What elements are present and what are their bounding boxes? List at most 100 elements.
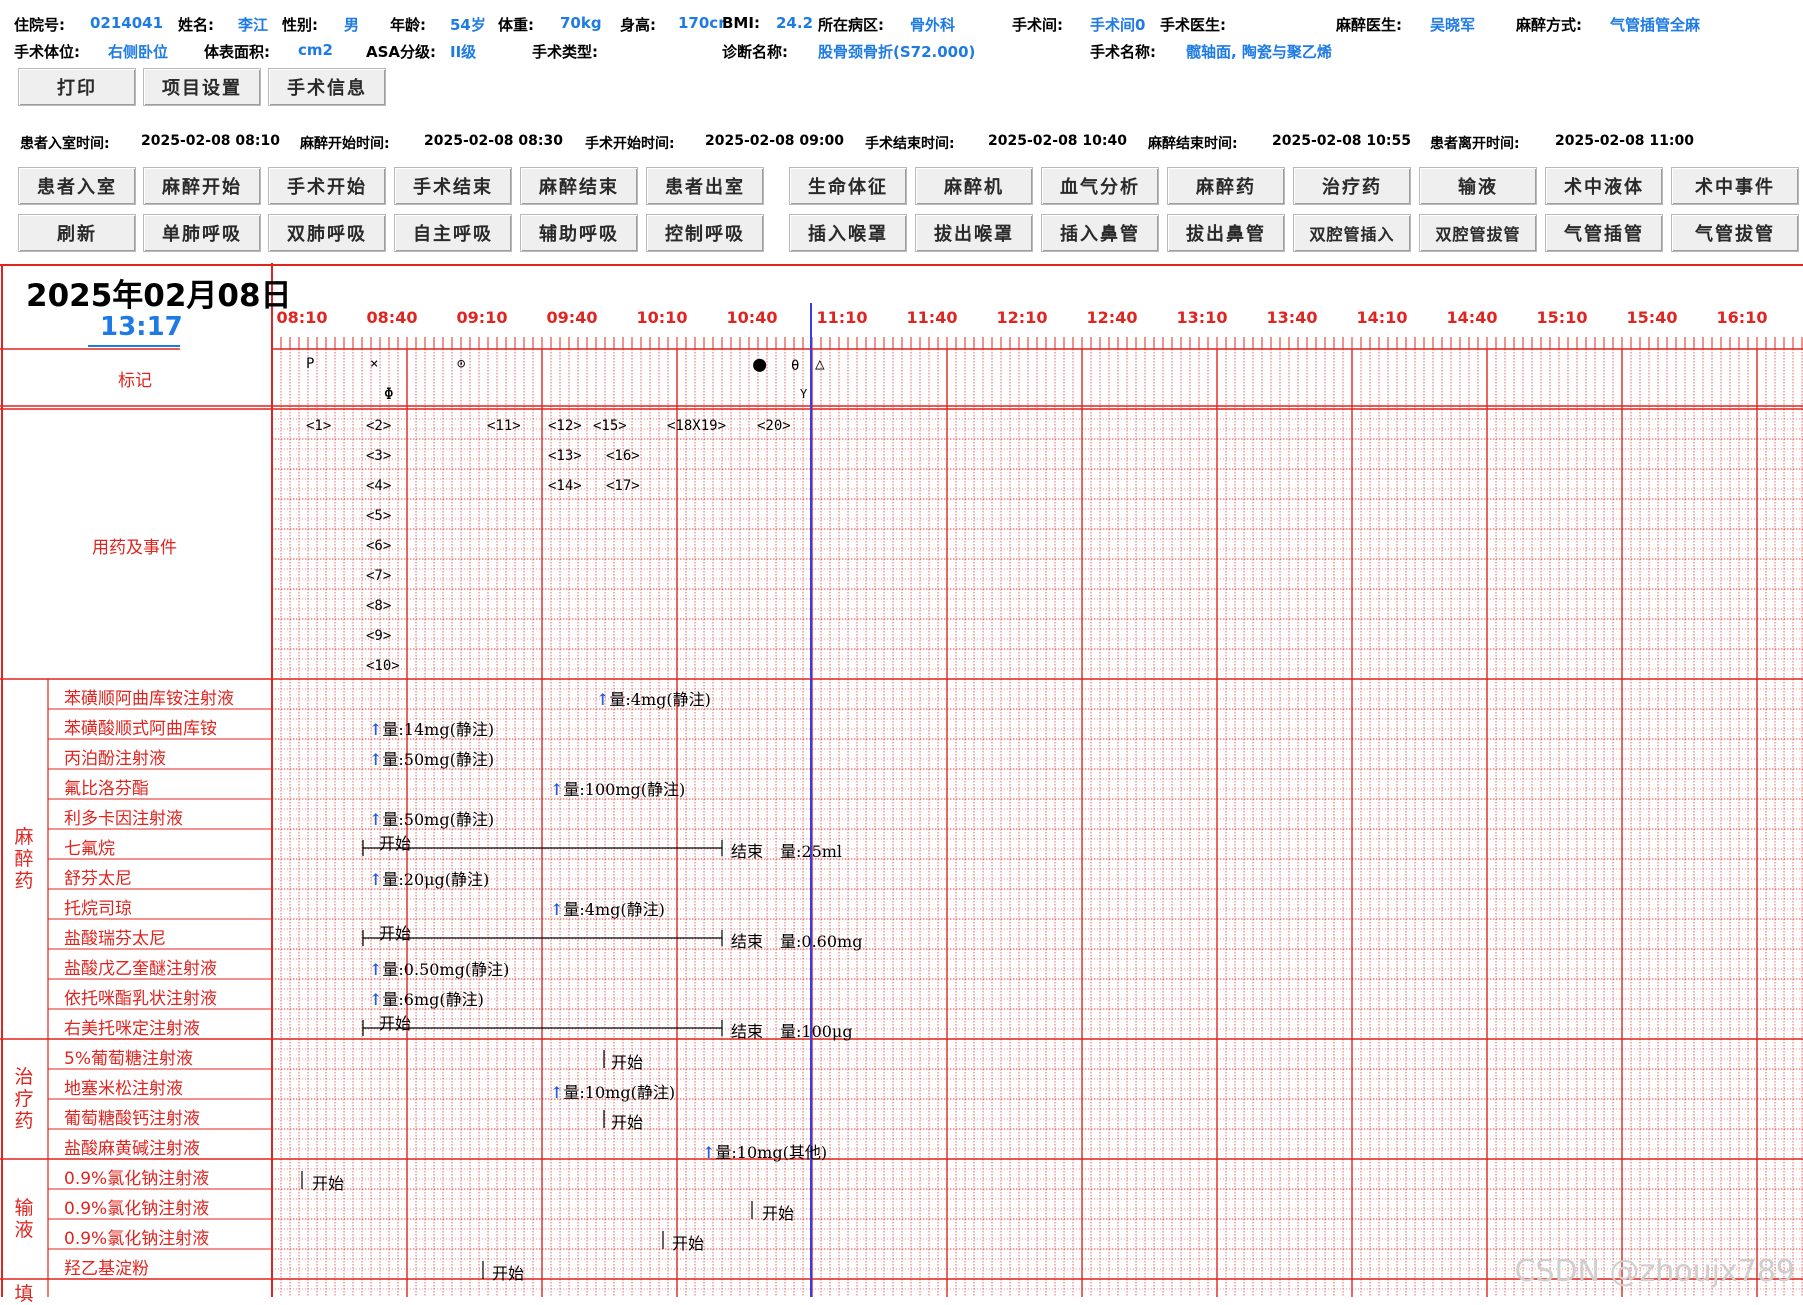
value-inpatient-no: 0214041 bbox=[90, 14, 164, 32]
value-age: 54岁 bbox=[450, 16, 486, 34]
saline-3-start: 开始 bbox=[672, 1234, 705, 1253]
drug-entry-3: ↑量:100mg(静注) bbox=[550, 780, 686, 799]
anesthetic-drugs-button[interactable]: 麻醉药 bbox=[1167, 167, 1285, 205]
drug-name-label[interactable]: 0.9%氯化钠注射液 bbox=[64, 1164, 209, 1189]
label-room-exit-time: 患者离开时间: bbox=[1430, 136, 1520, 152]
value-room-exit-time: 2025-02-08 11:00 bbox=[1555, 133, 1694, 149]
drug-name-label[interactable]: 苯磺顺阿曲库铵注射液 bbox=[64, 684, 234, 709]
hes-start: 开始 bbox=[492, 1264, 525, 1283]
event-15: <15> bbox=[593, 418, 627, 434]
item-settings-button[interactable]: 项目设置 bbox=[143, 68, 261, 106]
drug-entry-10: ↑量:6mg(静注) bbox=[369, 990, 484, 1009]
time-tick-label: 14:40 bbox=[1446, 308, 1498, 327]
category-label: 治疗药 bbox=[14, 1066, 34, 1132]
time-tick-label: 15:40 bbox=[1626, 308, 1678, 327]
label-name: 姓名: bbox=[178, 16, 214, 34]
drug-name-label[interactable]: 葡萄糖酸钙注射液 bbox=[64, 1104, 200, 1129]
drug-name-label[interactable]: 盐酸麻黄碱注射液 bbox=[64, 1134, 200, 1159]
time-tick-label: 16:10 bbox=[1716, 308, 1768, 327]
drug-name-label[interactable]: 右美托咪定注射液 bbox=[64, 1014, 200, 1039]
drug-name-label[interactable]: 羟乙基淀粉 bbox=[64, 1254, 149, 1279]
intraop-fluids-button[interactable]: 术中液体 bbox=[1545, 167, 1663, 205]
time-tick-label: 15:10 bbox=[1536, 308, 1588, 327]
up-arrow-icon: ↑ bbox=[369, 990, 383, 1009]
remove-lma-button[interactable]: 拔出喉罩 bbox=[915, 214, 1033, 252]
drug-entry-7: ↑量:4mg(静注) bbox=[550, 900, 665, 919]
print-button[interactable]: 打印 bbox=[18, 68, 136, 106]
drug-name-label[interactable]: 盐酸戊乙奎醚注射液 bbox=[64, 954, 217, 979]
saline-1-start: 开始 bbox=[312, 1174, 345, 1193]
double-lumen-remove-button[interactable]: 双腔管拔管 bbox=[1419, 214, 1537, 252]
drug-entry-4: ↑量:50mg(静注) bbox=[369, 810, 495, 829]
tracheal-extubation-button[interactable]: 气管拔管 bbox=[1671, 214, 1799, 252]
anesthesia-end-button[interactable]: 麻醉结束 bbox=[520, 167, 638, 205]
drug-name-label[interactable]: 5%葡萄糖注射液 bbox=[64, 1044, 193, 1069]
drug-name-label[interactable]: 利多卡因注射液 bbox=[64, 804, 183, 829]
tracheal-intubation-button[interactable]: 气管插管 bbox=[1545, 214, 1663, 252]
clock-underline bbox=[88, 345, 180, 347]
marker-triangle: △ bbox=[815, 354, 825, 373]
label-surgery-start-time: 手术开始时间: bbox=[585, 136, 675, 152]
spontaneous-breathing-button[interactable]: 自主呼吸 bbox=[394, 214, 512, 252]
remifentanil-end: 结束 bbox=[731, 932, 764, 951]
surgery-info-button[interactable]: 手术信息 bbox=[268, 68, 386, 106]
time-tick-label: 10:10 bbox=[636, 308, 688, 327]
anesthesia-start-button[interactable]: 麻醉开始 bbox=[143, 167, 261, 205]
value-position: 右侧卧位 bbox=[108, 43, 169, 61]
single-lung-button[interactable]: 单肺呼吸 bbox=[143, 214, 261, 252]
assisted-breathing-button[interactable]: 辅助呼吸 bbox=[520, 214, 638, 252]
drug-name-label[interactable]: 七氟烷 bbox=[64, 834, 115, 859]
event-11: <11> bbox=[487, 418, 521, 434]
double-lumen-insert-button[interactable]: 双腔管插入 bbox=[1293, 214, 1411, 252]
drug-name-label[interactable]: 丙泊酚注射液 bbox=[64, 744, 166, 769]
time-tick-label: 13:40 bbox=[1266, 308, 1318, 327]
patient-exit-button[interactable]: 患者出室 bbox=[646, 167, 764, 205]
value-room-entry-time: 2025-02-08 08:10 bbox=[141, 133, 280, 149]
value-anesthesia-end-time: 2025-02-08 10:55 bbox=[1272, 133, 1411, 149]
intraop-events-button[interactable]: 术中事件 bbox=[1671, 167, 1799, 205]
drug-name-label[interactable]: 苯磺酸顺式阿曲库铵 bbox=[64, 714, 217, 739]
drug-name-label[interactable]: 氟比洛芬酯 bbox=[64, 774, 149, 799]
treatment-drugs-button[interactable]: 治疗药 bbox=[1293, 167, 1411, 205]
anesthesia-machine-button[interactable]: 麻醉机 bbox=[915, 167, 1033, 205]
drug-name-label[interactable]: 地塞米松注射液 bbox=[64, 1074, 183, 1099]
drug-name-label[interactable]: 0.9%氯化钠注射液 bbox=[64, 1194, 209, 1219]
value-diagnosis: 股骨颈骨折(S72.000) bbox=[818, 43, 976, 61]
up-arrow-icon: ↑ bbox=[369, 750, 383, 769]
value-surgery-start-time: 2025-02-08 09:00 bbox=[705, 133, 844, 149]
insert-nasal-tube-button[interactable]: 插入鼻管 bbox=[1041, 214, 1159, 252]
patient-enter-button[interactable]: 患者入室 bbox=[18, 167, 136, 205]
label-anesthetist: 麻醉医生: bbox=[1336, 16, 1402, 34]
label-age: 年龄: bbox=[390, 16, 426, 34]
drug-name-label[interactable]: 盐酸瑞芬太尼 bbox=[64, 924, 166, 949]
label-weight: 体重: bbox=[498, 16, 534, 34]
event-12: <12> bbox=[548, 418, 582, 434]
event-2: <2> bbox=[366, 418, 392, 434]
watermark: CSDN @zhoujx789 bbox=[1514, 1254, 1795, 1289]
drug-name-label[interactable]: 舒芬太尼 bbox=[64, 864, 132, 889]
up-arrow-icon: ↑ bbox=[550, 900, 564, 919]
drug-name-label[interactable]: 托烷司琼 bbox=[64, 894, 132, 919]
value-surgery-name: 髋轴面, 陶瓷与聚乙烯 bbox=[1186, 43, 1332, 61]
saline-2-start: 开始 bbox=[762, 1204, 795, 1223]
value-or-room: 手术间0 bbox=[1090, 16, 1146, 34]
insert-lma-button[interactable]: 插入喉罩 bbox=[789, 214, 907, 252]
double-lung-button[interactable]: 双肺呼吸 bbox=[268, 214, 386, 252]
surgery-end-button[interactable]: 手术结束 bbox=[394, 167, 512, 205]
up-arrow-icon: ↑ bbox=[369, 960, 383, 979]
blood-gas-button[interactable]: 血气分析 bbox=[1041, 167, 1159, 205]
value-body-area: cm2 bbox=[298, 41, 333, 59]
vital-signs-button[interactable]: 生命体征 bbox=[789, 167, 907, 205]
refresh-button[interactable]: 刷新 bbox=[18, 214, 136, 252]
event-1: <1> bbox=[306, 418, 332, 434]
event-6: <6> bbox=[366, 538, 392, 554]
infusion-button[interactable]: 输液 bbox=[1419, 167, 1537, 205]
remove-nasal-tube-button[interactable]: 拔出鼻管 bbox=[1167, 214, 1285, 252]
event-16: <16> bbox=[606, 448, 640, 464]
controlled-breathing-button[interactable]: 控制呼吸 bbox=[646, 214, 764, 252]
surgery-start-button[interactable]: 手术开始 bbox=[268, 167, 386, 205]
marker-circle-dot: ⊙ bbox=[457, 356, 466, 372]
event-3: <3> bbox=[366, 448, 392, 464]
drug-name-label[interactable]: 0.9%氯化钠注射液 bbox=[64, 1224, 209, 1249]
drug-name-label[interactable]: 依托咪酯乳状注射液 bbox=[64, 984, 217, 1009]
